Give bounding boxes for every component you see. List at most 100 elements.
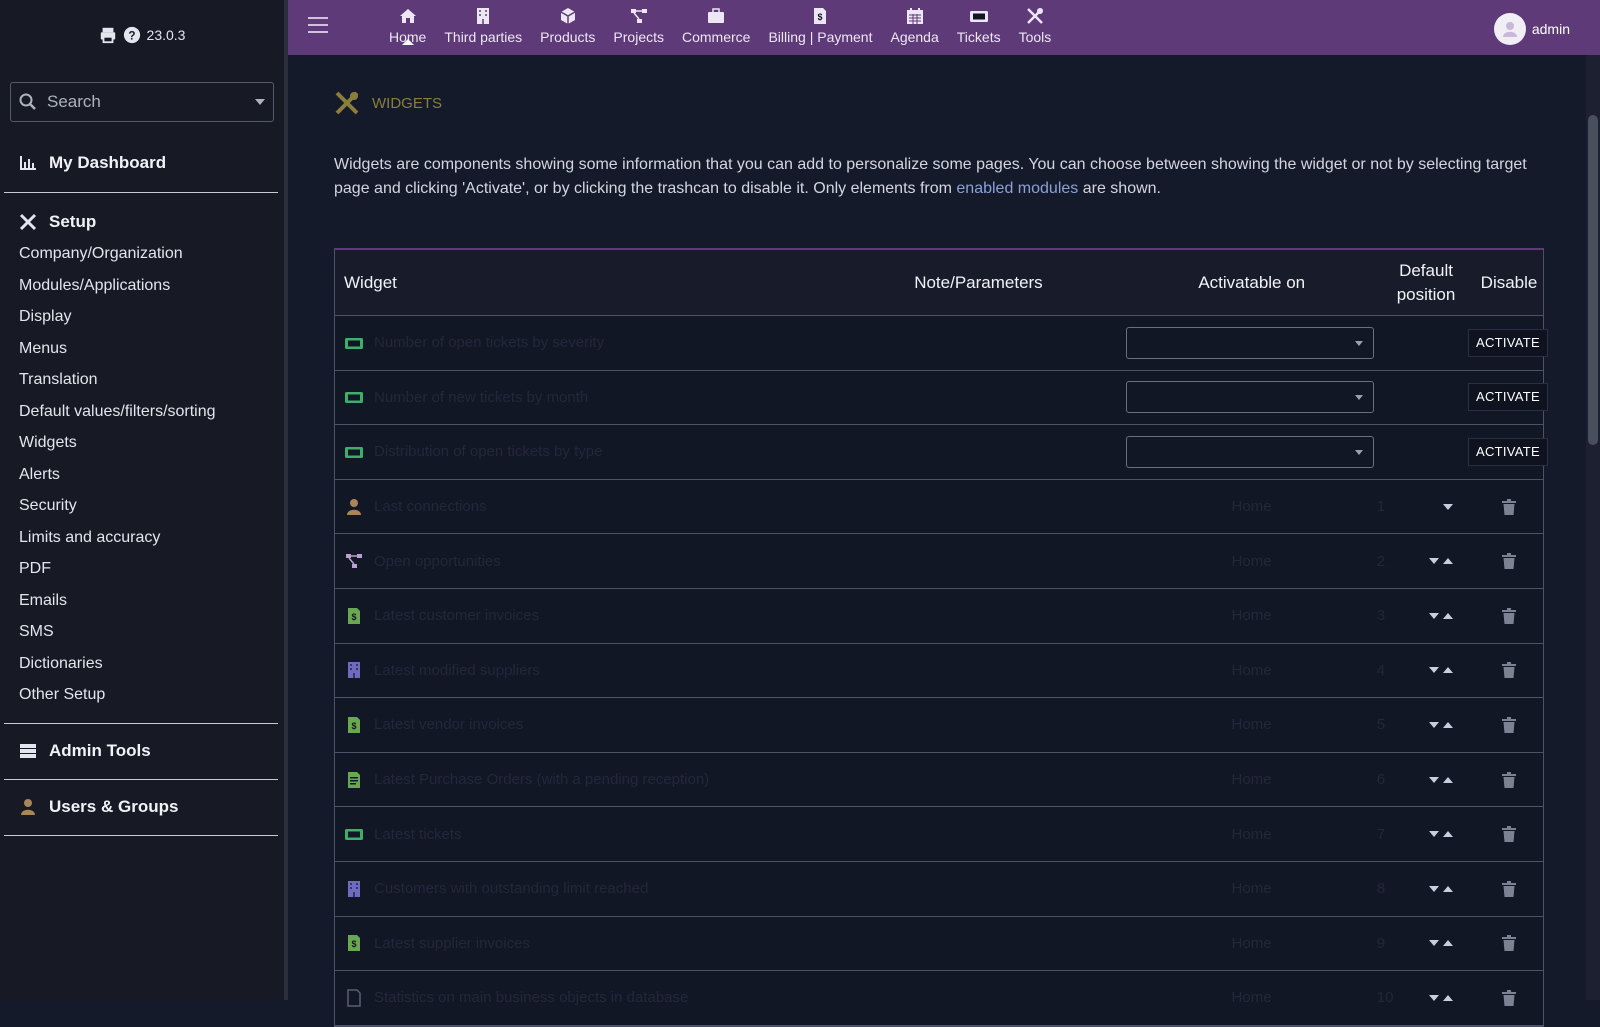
sidebar-item-company-organization[interactable]: Company/Organization [0, 238, 284, 270]
sidebar-item-label: Admin Tools [49, 740, 151, 760]
setup-menu: Company/Organization Modules/Applications… [0, 238, 284, 711]
project-icon [629, 6, 649, 29]
activate-button[interactable]: ACTIVATE [1467, 437, 1549, 466]
sidebar-item-modules-applications[interactable]: Modules/Applications [0, 270, 284, 302]
sidebar-item-default-values-filters-sorting[interactable]: Default values/filters/sorting [0, 396, 284, 428]
widget-cell: $ Latest vendor invoices [335, 715, 830, 735]
nav-item-tickets[interactable]: Tickets [948, 0, 1010, 45]
sidebar-item-other-setup[interactable]: Other Setup [0, 679, 284, 711]
scrollbar-thumb[interactable] [1588, 115, 1598, 445]
sidebar-item-limits-and-accuracy[interactable]: Limits and accuracy [0, 522, 284, 554]
move-up-icon[interactable] [1443, 612, 1454, 619]
position-cell: 1 [1377, 498, 1475, 515]
widget-cell: $ Latest customer invoices [335, 606, 830, 626]
trash-icon[interactable] [1502, 771, 1517, 788]
trash-icon[interactable] [1502, 880, 1517, 897]
target-page-select[interactable] [1125, 435, 1374, 468]
sidebar-item-sms[interactable]: SMS [0, 616, 284, 648]
trash-icon[interactable] [1502, 716, 1517, 733]
nav-item-products[interactable]: Products [531, 0, 604, 45]
move-up-icon[interactable] [1443, 776, 1454, 783]
printer-icon[interactable] [99, 26, 117, 44]
trash-icon[interactable] [1502, 989, 1517, 1006]
move-down-icon[interactable] [1429, 721, 1440, 728]
position-cell: 3 [1377, 607, 1475, 624]
activatable-cell: Home [1126, 826, 1376, 843]
move-down-icon[interactable] [1429, 994, 1440, 1001]
move-down-icon[interactable] [1443, 503, 1454, 510]
trash-icon[interactable] [1502, 553, 1517, 570]
move-up-icon[interactable] [1443, 721, 1454, 728]
sidebar-item-emails[interactable]: Emails [0, 585, 284, 617]
menu-icon[interactable] [308, 17, 328, 33]
sidebar-item-admin-tools[interactable]: Admin Tools [0, 735, 284, 767]
move-up-icon[interactable] [1443, 885, 1454, 892]
nav-item-billing-payment[interactable]: $ Billing | Payment [759, 0, 881, 45]
trash-icon[interactable] [1502, 662, 1517, 679]
disable-cell [1475, 989, 1543, 1006]
sidebar-item-label: Setup [49, 212, 97, 231]
activate-button[interactable]: ACTIVATE [1467, 328, 1549, 357]
move-down-icon[interactable] [1429, 667, 1440, 674]
nav-item-label: Home [389, 29, 427, 45]
sidebar-item-alerts[interactable]: Alerts [0, 459, 284, 491]
enabled-modules-link[interactable]: enabled modules [956, 180, 1078, 197]
target-page-select[interactable] [1125, 381, 1374, 414]
sidebar-item-setup[interactable]: Setup [0, 206, 284, 238]
move-down-icon[interactable] [1429, 831, 1440, 838]
nav-item-label: Tickets [956, 29, 1001, 45]
nav-item-projects[interactable]: Projects [604, 0, 673, 45]
nav-item-third-parties[interactable]: Third parties [435, 0, 531, 45]
move-down-icon[interactable] [1429, 885, 1440, 892]
activatable-cell [1125, 435, 1375, 468]
move-up-icon[interactable] [1443, 667, 1454, 674]
nav-item-home[interactable]: Home [380, 0, 435, 45]
move-down-icon[interactable] [1429, 776, 1440, 783]
trash-icon[interactable] [1502, 607, 1517, 624]
help-icon[interactable]: ? [123, 26, 141, 44]
search-input[interactable]: Search [10, 82, 274, 122]
sidebar-item-my-dashboard[interactable]: My Dashboard [0, 147, 284, 179]
position-cell: 8 [1377, 880, 1475, 897]
sidebar-item-widgets[interactable]: Widgets [0, 427, 284, 459]
widget-cell: Customers with outstanding limit reached [335, 879, 830, 899]
position-arrows [1429, 612, 1454, 619]
sidebar-item-dictionaries[interactable]: Dictionaries [0, 648, 284, 680]
sidebar-item-display[interactable]: Display [0, 301, 284, 333]
trash-icon[interactable] [1502, 826, 1517, 843]
nav-item-agenda[interactable]: Agenda [881, 0, 947, 45]
chevron-down-icon [1354, 395, 1363, 401]
sidebar-item-security[interactable]: Security [0, 490, 284, 522]
column-header-widget: Widget [344, 272, 397, 292]
trash-icon[interactable] [1502, 935, 1517, 952]
sidebar-item-users-groups[interactable]: Users & Groups [0, 791, 284, 823]
page-title-text: WIDGETS [372, 94, 442, 112]
widget-cell: Number of open tickets by severity [335, 333, 829, 353]
move-up-icon[interactable] [1443, 831, 1454, 838]
move-up-icon[interactable] [1443, 994, 1454, 1001]
sidebar-item-pdf[interactable]: PDF [0, 553, 284, 585]
position-arrows [1429, 558, 1454, 565]
sidebar-item-translation[interactable]: Translation [0, 364, 284, 396]
nav-item-commerce[interactable]: Commerce [673, 0, 759, 45]
table-row: Distribution of open tickets by type ACTI… [335, 425, 1549, 480]
nav-item-tools[interactable]: Tools [1010, 0, 1061, 45]
move-down-icon[interactable] [1429, 612, 1440, 619]
move-down-icon[interactable] [1429, 558, 1440, 565]
position-cell: 9 [1377, 935, 1475, 952]
activate-button[interactable]: ACTIVATE [1467, 383, 1549, 412]
chevron-down-icon[interactable] [255, 99, 265, 105]
target-page: Home [1231, 498, 1272, 516]
sidebar-item-menus[interactable]: Menus [0, 333, 284, 365]
move-up-icon[interactable] [1443, 558, 1454, 565]
scrollbar[interactable] [1586, 55, 1600, 1000]
widget-name: Distribution of open tickets by type [374, 443, 603, 461]
nav-item-label: Products [540, 29, 596, 45]
trash-icon[interactable] [1502, 498, 1517, 515]
move-down-icon[interactable] [1429, 940, 1440, 947]
widget-cell: Latest modified suppliers [335, 660, 830, 680]
target-page-select[interactable] [1125, 326, 1374, 359]
move-up-icon[interactable] [1443, 940, 1454, 947]
user-menu[interactable]: admin [1493, 13, 1570, 45]
activatable-cell: Home [1126, 607, 1376, 624]
